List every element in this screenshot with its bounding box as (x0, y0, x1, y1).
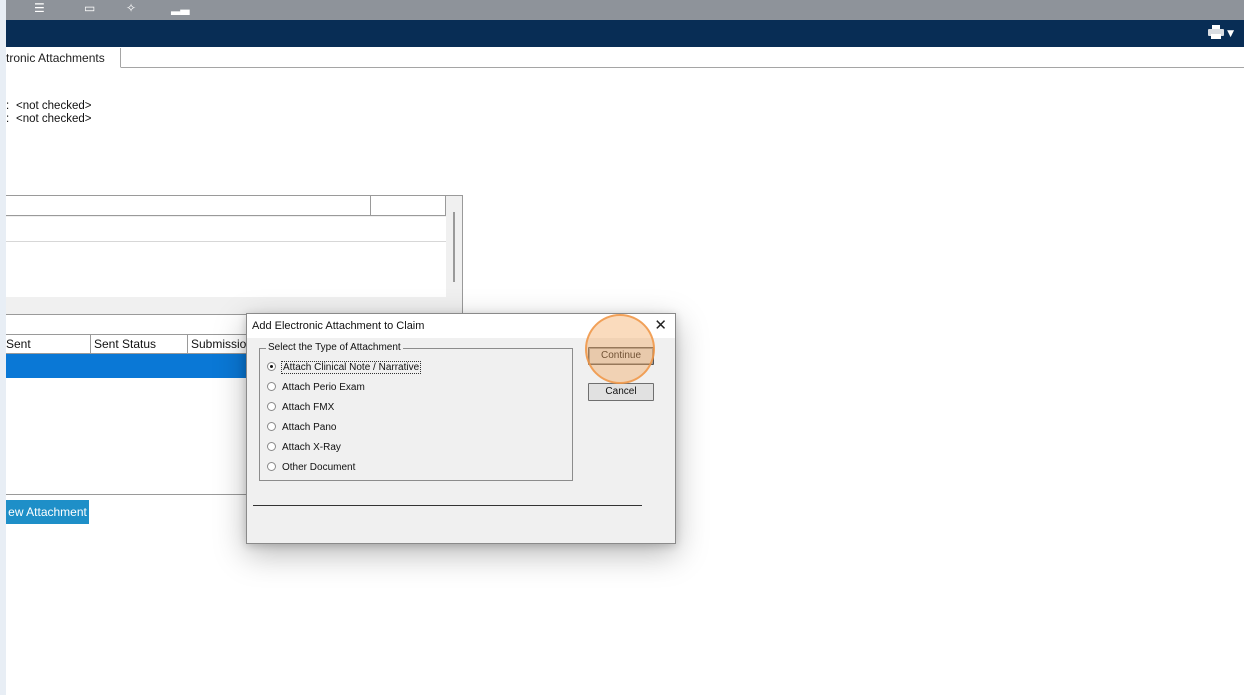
grid-header (6, 196, 446, 216)
radio-label: Attach X-Ray (282, 442, 341, 453)
navbar: ▼ (6, 20, 1244, 47)
close-icon[interactable]: ✕ (654, 316, 667, 334)
radio-icon (267, 382, 276, 391)
check-status-value: <not checked> (16, 113, 92, 125)
dialog-title: Add Electronic Attachment to Claim (252, 320, 425, 332)
attachment-type-group: Select the Type of Attachment Attach Cli… (259, 342, 573, 481)
chevron-down-icon: ▼ (1227, 29, 1234, 39)
dialog-separator (253, 505, 642, 506)
tab-electronic-attachments[interactable]: tronic Attachments (6, 48, 121, 68)
signal-icon[interactable]: ▂▃ (171, 2, 189, 14)
check-status-row: : <not checked> (6, 113, 92, 125)
printer-icon (1208, 25, 1224, 39)
column-header-sent-status[interactable]: Sent Status (91, 335, 188, 354)
radio-label: Attach Clinical Note / Narrative (280, 361, 422, 374)
radio-label: Attach Pano (282, 422, 337, 433)
grid-body[interactable] (6, 217, 446, 297)
group-label: Select the Type of Attachment (266, 342, 403, 353)
radio-label: Attach Perio Exam (282, 382, 365, 393)
tools-icon[interactable]: ✧ (126, 2, 136, 14)
radio-x-ray[interactable]: Attach X-Ray (267, 441, 341, 455)
radio-label: Attach FMX (282, 402, 335, 413)
table-header: Sent Sent Status Submission (6, 334, 261, 354)
radio-selected-icon (267, 362, 276, 371)
radio-icon (267, 462, 276, 471)
check-status-value: <not checked> (16, 100, 92, 112)
menu-lines-icon[interactable]: ☰ (34, 2, 45, 14)
top-toolbar: ☰ ▭ ✧ ▂▃ (6, 0, 1244, 20)
submission-history-table: Sent Sent Status Submission (6, 334, 261, 495)
column-divider (370, 196, 371, 216)
radio-label: Other Document (282, 462, 356, 473)
radio-fmx[interactable]: Attach FMX (267, 401, 334, 415)
radio-perio-exam[interactable]: Attach Perio Exam (267, 381, 365, 395)
table-row-selected[interactable] (6, 354, 261, 378)
add-attachment-dialog: Add Electronic Attachment to Claim ✕ Sel… (246, 313, 676, 544)
column-divider (445, 196, 446, 216)
radio-icon (267, 422, 276, 431)
radio-clinical-note[interactable]: Attach Clinical Note / Narrative (267, 361, 422, 375)
radio-icon (267, 442, 276, 451)
column-header-sent[interactable]: Sent (6, 335, 91, 354)
window-icon[interactable]: ▭ (84, 2, 95, 14)
check-status-row: : <not checked> (6, 100, 92, 112)
cancel-button[interactable]: Cancel (588, 383, 654, 401)
attachments-grid (6, 195, 463, 315)
continue-button[interactable]: Continue (588, 347, 654, 365)
tab-strip: tronic Attachments (6, 48, 1244, 68)
grid-row-line (6, 241, 446, 242)
printer-menu[interactable]: ▼ (1208, 25, 1234, 42)
dialog-titlebar: Add Electronic Attachment to Claim ✕ (247, 314, 675, 338)
new-attachment-button[interactable]: ew Attachment (6, 500, 89, 524)
radio-icon (267, 402, 276, 411)
vertical-scrollbar[interactable] (453, 212, 455, 282)
radio-other-document[interactable]: Other Document (267, 461, 355, 475)
app-window: ☰ ▭ ✧ ▂▃ ▼ tronic Attachments : <not chec… (0, 0, 1244, 695)
radio-pano[interactable]: Attach Pano (267, 421, 336, 435)
